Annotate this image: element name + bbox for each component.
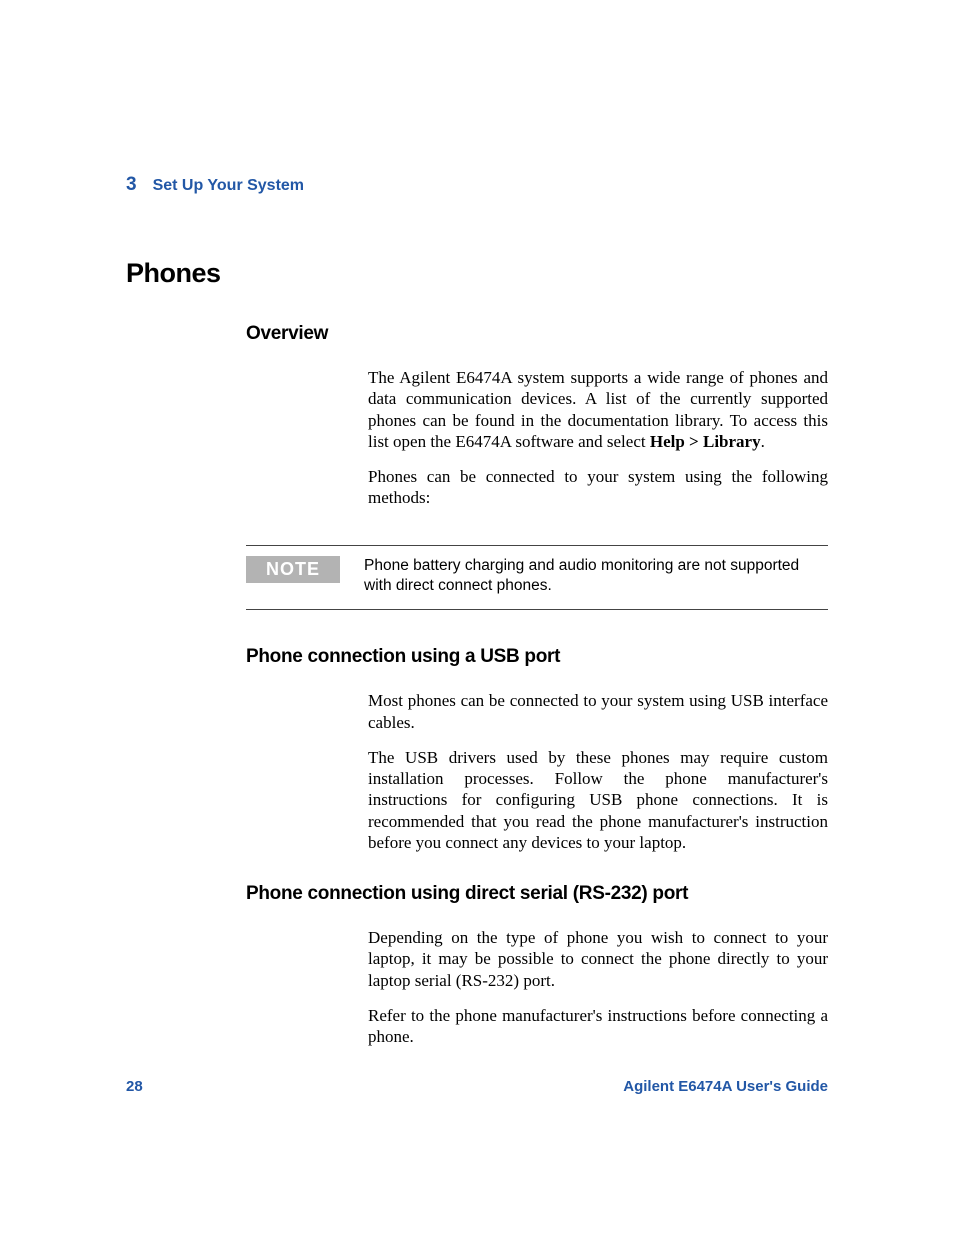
heading-overview: Overview — [246, 323, 828, 345]
usb-paragraph-2: The USB drivers used by these phones may… — [368, 747, 828, 853]
page: 3 Set Up Your System Phones Overview The… — [0, 0, 954, 1235]
page-footer: 28 Agilent E6474A User's Guide — [126, 1078, 828, 1095]
overview-paragraph-2: Phones can be connected to your system u… — [368, 466, 828, 509]
serial-paragraph-1: Depending on the type of phone you wish … — [368, 927, 828, 991]
section-title: Phones — [126, 258, 828, 289]
text: . — [761, 432, 765, 451]
menu-path: Help > Library — [650, 432, 761, 451]
heading-serial: Phone connection using direct serial (RS… — [246, 883, 828, 905]
heading-usb: Phone connection using a USB port — [246, 646, 828, 668]
chapter-number: 3 — [126, 174, 137, 196]
note-label: NOTE — [246, 556, 340, 583]
serial-paragraph-2: Refer to the phone manufacturer's instru… — [368, 1005, 828, 1048]
usb-paragraph-1: Most phones can be connected to your sys… — [368, 690, 828, 733]
note-block: NOTE Phone battery charging and audio mo… — [246, 545, 828, 611]
chapter-title: Set Up Your System — [153, 177, 304, 195]
running-header: 3 Set Up Your System — [126, 174, 828, 196]
note-text: Phone battery charging and audio monitor… — [364, 556, 828, 598]
overview-paragraph-1: The Agilent E6474A system supports a wid… — [368, 367, 828, 452]
guide-title: Agilent E6474A User's Guide — [623, 1078, 828, 1095]
page-number: 28 — [126, 1078, 143, 1095]
